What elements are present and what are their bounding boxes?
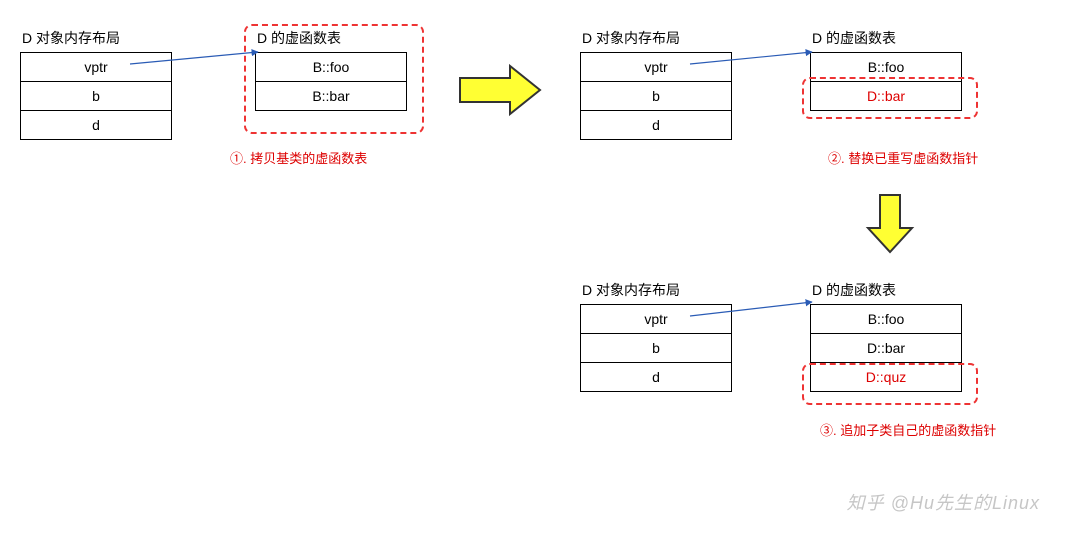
stage3-mem-table: vptr b d [580, 304, 732, 392]
stage1-caption: ①. 拷贝基类的虚函数表 [230, 148, 367, 167]
stage2-vtbl-table: B::foo D::bar [810, 52, 962, 111]
stage1-vtbl-table: B::foo B::bar [255, 52, 407, 111]
stage3-vtbl-title: D 的虚函数表 [810, 280, 962, 300]
mem-row-vptr: vptr [581, 53, 731, 82]
stage3-vtbl-row1: D::bar [811, 334, 961, 363]
mem-row-b: b [21, 82, 171, 111]
mem-row-vptr: vptr [21, 53, 171, 82]
mem-row-d: d [581, 111, 731, 139]
stage2-caption: ②. 替换已重写虚函数指针 [828, 148, 978, 167]
watermark-text: 知乎 @Hu先生的Linux [847, 489, 1040, 515]
stage3-caption: ③. 追加子类自己的虚函数指针 [820, 420, 996, 439]
stage2-vtbl-title: D 的虚函数表 [810, 28, 962, 48]
stage3-vtbl-table: B::foo D::bar D::quz [810, 304, 962, 392]
mem-row-d: d [21, 111, 171, 139]
stage1-mem-block: D 对象内存布局 vptr b d [20, 28, 172, 140]
mem-row-d: d [581, 363, 731, 391]
stage3-vtbl-block: D 的虚函数表 B::foo D::bar D::quz [810, 280, 962, 392]
stage2-vtbl-row1: D::bar [811, 82, 961, 110]
stage3-vtbl-row0: B::foo [811, 305, 961, 334]
stage2-vtbl-block: D 的虚函数表 B::foo D::bar [810, 28, 962, 111]
stage3-mem-title: D 对象内存布局 [580, 280, 732, 300]
stage1-mem-title: D 对象内存布局 [20, 28, 172, 48]
big-arrow-right-icon [455, 60, 545, 120]
mem-row-vptr: vptr [581, 305, 731, 334]
stage2-mem-title: D 对象内存布局 [580, 28, 732, 48]
stage1-mem-table: vptr b d [20, 52, 172, 140]
stage2-mem-table: vptr b d [580, 52, 732, 140]
stage1-vtbl-block: D 的虚函数表 B::foo B::bar [255, 28, 407, 111]
stage1-vtbl-row0: B::foo [256, 53, 406, 82]
stage3-vtbl-row2: D::quz [811, 363, 961, 391]
stage1-vtbl-title: D 的虚函数表 [255, 28, 407, 48]
big-arrow-down-icon [865, 190, 915, 260]
mem-row-b: b [581, 82, 731, 111]
stage2-mem-block: D 对象内存布局 vptr b d [580, 28, 732, 140]
stage2-vtbl-row0: B::foo [811, 53, 961, 82]
stage1-vtbl-row1: B::bar [256, 82, 406, 110]
stage3-mem-block: D 对象内存布局 vptr b d [580, 280, 732, 392]
mem-row-b: b [581, 334, 731, 363]
